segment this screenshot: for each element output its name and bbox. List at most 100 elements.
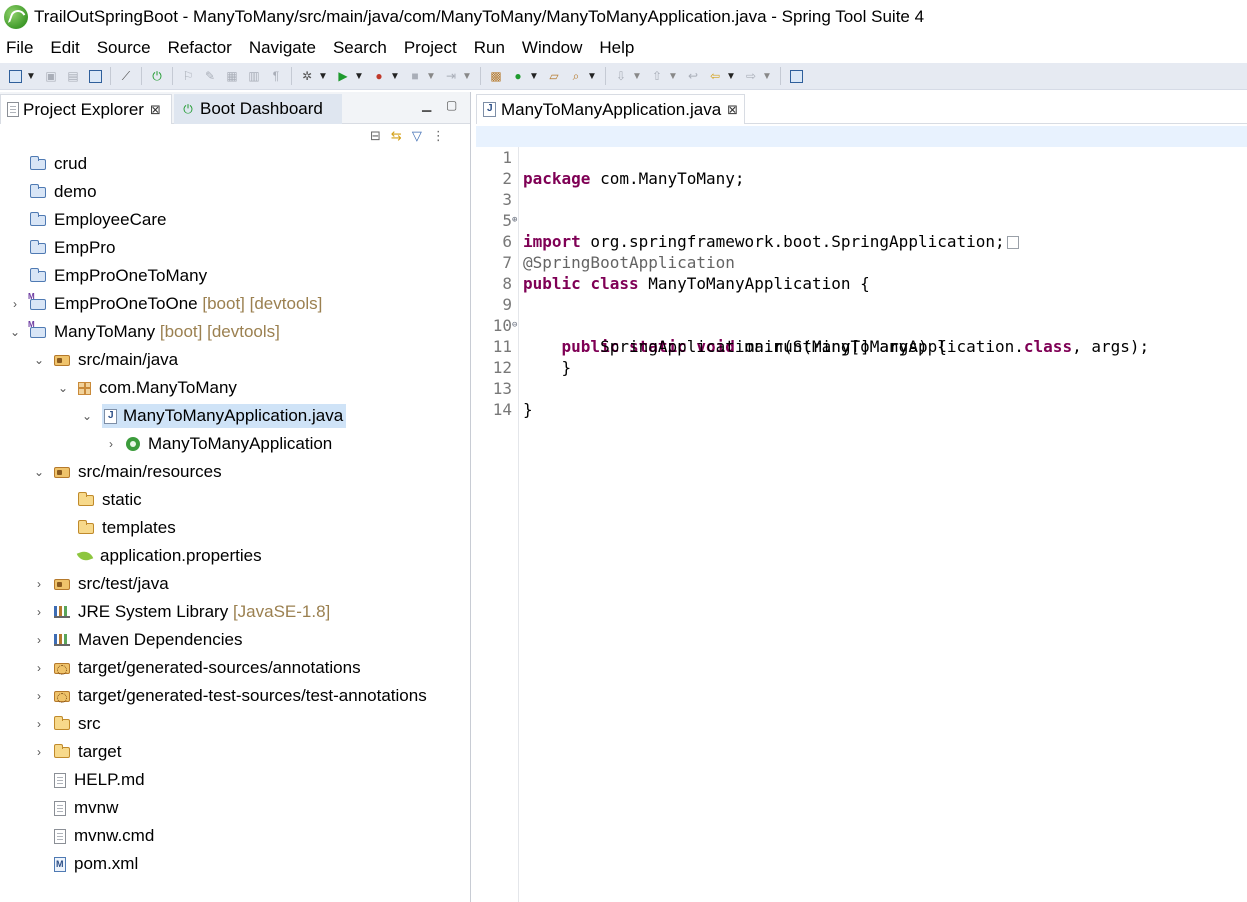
tree-item-manytomany[interactable]: ⌄ ManyToMany [boot] [devtools]	[0, 318, 470, 346]
stop-dropdown-chevron-icon[interactable]: ▼	[426, 68, 436, 84]
back-dropdown-chevron-icon[interactable]: ▼	[726, 68, 736, 84]
save-all-icon[interactable]: ▤	[65, 68, 81, 84]
menu-navigate[interactable]: Navigate	[249, 38, 316, 58]
tree-item-generated-test-sources[interactable]: › target/generated-test-sources/test-ann…	[0, 682, 470, 710]
collapse-all-icon[interactable]: ⊟	[370, 128, 381, 144]
tree-item-src-main-resources[interactable]: ⌄ src/main/resources	[0, 458, 470, 486]
maximize-icon[interactable]: ▢	[446, 98, 457, 112]
new-icon[interactable]	[7, 68, 23, 84]
tree-item-package-com-manytomany[interactable]: ⌄ com.ManyToMany	[0, 374, 470, 402]
skip-breakpoints-icon[interactable]: ⟋	[118, 68, 134, 84]
toggle-mark-occurrences-icon[interactable]: ⚐	[180, 68, 196, 84]
boot-dashboard-icon[interactable]: ⏻	[149, 68, 165, 84]
tree-item-templates[interactable]: templates	[0, 514, 470, 542]
menu-source[interactable]: Source	[97, 38, 151, 58]
chevron-right-icon[interactable]: ›	[32, 633, 46, 647]
relaunch-icon[interactable]: ⇥	[443, 68, 459, 84]
menu-project[interactable]: Project	[404, 38, 457, 58]
menu-search[interactable]: Search	[333, 38, 387, 58]
menu-help[interactable]: Help	[599, 38, 634, 58]
chevron-down-icon[interactable]: ⌄	[32, 465, 46, 479]
chevron-right-icon[interactable]: ›	[32, 689, 46, 703]
menu-window[interactable]: Window	[522, 38, 582, 58]
tree-item-static[interactable]: static	[0, 486, 470, 514]
chevron-down-icon[interactable]: ⌄	[56, 381, 70, 395]
tree-item-jre-system-library[interactable]: › JRE System Library [JavaSE-1.8]	[0, 598, 470, 626]
menu-file[interactable]: File	[6, 38, 33, 58]
chevron-right-icon[interactable]: ›	[104, 437, 118, 451]
new-java-package-icon[interactable]: ▩	[488, 68, 504, 84]
forward-arrow-icon[interactable]: ⇨	[743, 68, 759, 84]
tree-item-crud[interactable]: crud	[0, 150, 470, 178]
debug-dropdown-chevron-icon[interactable]: ▼	[318, 68, 328, 84]
tree-item-manytomanyapplication-java[interactable]: ⌄ ManyToManyApplication.java	[0, 402, 470, 430]
chevron-down-icon[interactable]: ⌄	[32, 353, 46, 367]
code-area[interactable]: 1 package com.ManyToMany; 2 3 ⊕ import o…	[476, 126, 1247, 419]
link-with-editor-icon[interactable]: ⇆	[391, 128, 402, 144]
view-menu-icon[interactable]: ⋮	[432, 128, 445, 144]
chevron-right-icon[interactable]: ›	[32, 577, 46, 591]
new-class-dropdown-chevron-icon[interactable]: ▼	[529, 68, 539, 84]
tab-boot-dashboard[interactable]: ⏻ Boot Dashboard	[174, 94, 342, 124]
chevron-down-icon[interactable]: ⌄	[80, 409, 94, 423]
search-dropdown-chevron-icon[interactable]: ▼	[587, 68, 597, 84]
toggle-highlight-icon[interactable]: ✎	[202, 68, 218, 84]
tree-item-employeecare[interactable]: EmployeeCare	[0, 206, 470, 234]
tree-item-empproonetomany[interactable]: EmpProOneToMany	[0, 262, 470, 290]
relaunch-dropdown-chevron-icon[interactable]: ▼	[462, 68, 472, 84]
tab-project-explorer[interactable]: Project Explorer ⊠	[0, 94, 172, 124]
close-icon[interactable]: ⊠	[727, 102, 738, 118]
stop-icon[interactable]: ■	[407, 68, 423, 84]
tree-item-emppro[interactable]: EmpPro	[0, 234, 470, 262]
show-whitespace-icon[interactable]: ▥	[246, 68, 262, 84]
tree-item-help-md[interactable]: HELP.md	[0, 766, 470, 794]
tree-item-application-properties[interactable]: application.properties	[0, 542, 470, 570]
open-type-icon[interactable]: ▱	[546, 68, 562, 84]
back-arrow-icon[interactable]: ⇦	[707, 68, 723, 84]
tree-item-generated-sources[interactable]: › target/generated-sources/annotations	[0, 654, 470, 682]
open-perspective-icon[interactable]	[788, 68, 804, 84]
chevron-right-icon[interactable]: ›	[32, 717, 46, 731]
run-icon[interactable]: ▶	[335, 68, 351, 84]
close-icon[interactable]: ⊠	[150, 102, 161, 118]
next-annotation-icon[interactable]: ⇩	[613, 68, 629, 84]
run-external-tools-icon[interactable]: ●	[371, 68, 387, 84]
menu-edit[interactable]: Edit	[50, 38, 79, 58]
filter-icon[interactable]: ▽	[412, 128, 422, 144]
tree-item-pom-xml[interactable]: pom.xml	[0, 850, 470, 878]
menu-run[interactable]: Run	[474, 38, 505, 58]
save-icon[interactable]: ▣	[43, 68, 59, 84]
last-edit-location-icon[interactable]: ↩	[685, 68, 701, 84]
previous-annotation-dropdown-chevron-icon[interactable]: ▼	[668, 68, 678, 84]
search-icon[interactable]: ⌕	[568, 68, 584, 84]
terminal-icon[interactable]	[87, 68, 103, 84]
tree-item-src-test-java[interactable]: › src/test/java	[0, 570, 470, 598]
tree-item-src[interactable]: › src	[0, 710, 470, 738]
tree-item-mvnw-cmd[interactable]: mvnw.cmd	[0, 822, 470, 850]
chevron-right-icon[interactable]: ›	[32, 605, 46, 619]
tree-item-manytomanyapplication-class[interactable]: › ManyToManyApplication	[0, 430, 470, 458]
previous-annotation-icon[interactable]: ⇧	[649, 68, 665, 84]
new-dropdown-chevron-icon[interactable]: ▼	[26, 68, 36, 84]
tree-item-mvnw[interactable]: mvnw	[0, 794, 470, 822]
tree-item-empproonetoone[interactable]: › EmpProOneToOne [boot] [devtools]	[0, 290, 470, 318]
tab-manytomanyapplication-java[interactable]: ManyToManyApplication.java ⊠	[476, 94, 746, 124]
chevron-right-icon[interactable]: ›	[8, 297, 22, 311]
new-java-class-icon[interactable]: ●	[510, 68, 526, 84]
chevron-down-icon[interactable]: ⌄	[8, 325, 22, 339]
forward-dropdown-chevron-icon[interactable]: ▼	[762, 68, 772, 84]
next-annotation-dropdown-chevron-icon[interactable]: ▼	[632, 68, 642, 84]
tree-item-src-main-java[interactable]: ⌄ src/main/java	[0, 346, 470, 374]
chevron-right-icon[interactable]: ›	[32, 745, 46, 759]
menu-refactor[interactable]: Refactor	[168, 38, 232, 58]
debug-icon[interactable]: ✲	[299, 68, 315, 84]
tree-item-target[interactable]: › target	[0, 738, 470, 766]
run-dropdown-chevron-icon[interactable]: ▼	[354, 68, 364, 84]
external-tools-dropdown-chevron-icon[interactable]: ▼	[390, 68, 400, 84]
block-selection-icon[interactable]: ▦	[224, 68, 240, 84]
tree-item-maven-dependencies[interactable]: › Maven Dependencies	[0, 626, 470, 654]
chevron-right-icon[interactable]: ›	[32, 661, 46, 675]
minimize-icon[interactable]: ▁	[422, 98, 431, 112]
tree-item-demo[interactable]: demo	[0, 178, 470, 206]
pilcrow-icon[interactable]: ¶	[268, 68, 284, 84]
